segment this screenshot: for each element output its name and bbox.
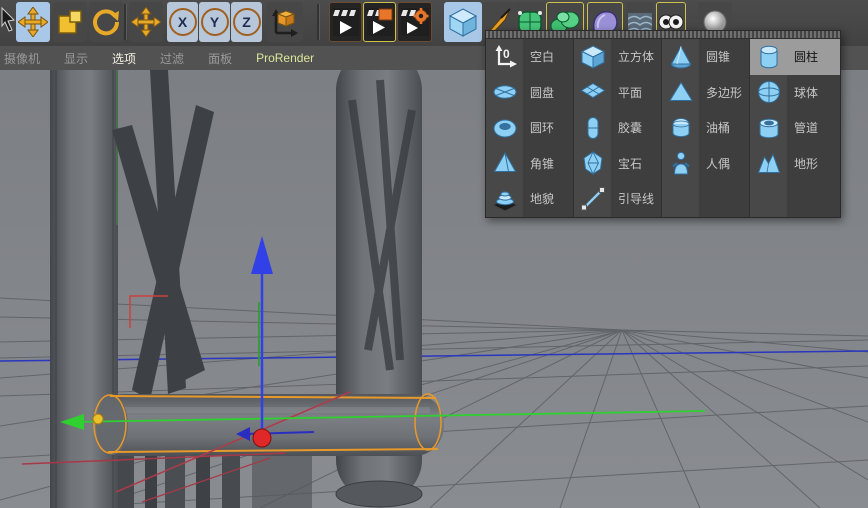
render-picture-viewer-button[interactable]: [363, 2, 396, 42]
cube-icon: [574, 39, 611, 75]
sphere-icon: [750, 74, 787, 110]
menu-display[interactable]: 显示: [52, 50, 100, 67]
lock-y-button[interactable]: Y: [199, 2, 230, 42]
primitive-label: 平面: [618, 85, 643, 100]
primitive-label: 胶囊: [618, 121, 643, 136]
primitive-label: 多边形: [706, 85, 743, 100]
empty-icon-strip: [750, 181, 787, 217]
coordinate-system-button[interactable]: [267, 2, 303, 42]
primitive-label: 角锥: [530, 156, 555, 171]
primitive-item-sphere[interactable]: 球体: [750, 74, 840, 110]
primitive-item-cylinder[interactable]: 圆柱: [750, 39, 840, 75]
oil-tank-icon: [662, 110, 699, 146]
primitive-label: 地形: [794, 156, 819, 171]
add-primitive-cube-icon: [448, 8, 478, 37]
primitive-item-torus[interactable]: 圆环: [486, 110, 574, 146]
gizmo-handle-dot[interactable]: [92, 413, 104, 425]
move-tool-icon: [18, 7, 48, 37]
primitive-label: 圆锥: [706, 50, 731, 65]
primitive-item-pyramid[interactable]: 角锥: [486, 145, 574, 181]
primitive-item-polygon[interactable]: 多边形: [662, 74, 750, 110]
lock-x-button[interactable]: X: [167, 2, 198, 42]
primitive-item-figure[interactable]: 人偶: [662, 145, 750, 181]
lock-z-label: Z: [232, 8, 261, 36]
add-primitive-button[interactable]: [444, 2, 482, 42]
menu-panel[interactable]: 面板: [196, 50, 244, 67]
lock-x-label: X: [168, 8, 197, 36]
primitive-item-guide[interactable]: 引导线: [574, 181, 662, 217]
origin-dot[interactable]: [252, 428, 272, 448]
scale-tool-icon: [58, 10, 82, 34]
torus-icon: [486, 110, 523, 146]
figure-icon: [662, 145, 699, 181]
primitive-item-gem[interactable]: 宝石: [574, 145, 662, 181]
primitive-item-capsule[interactable]: 胶囊: [574, 110, 662, 146]
scale-tool-button[interactable]: [53, 2, 87, 42]
primitive-label: 圆盘: [530, 85, 555, 100]
toolbar-separator: [124, 4, 127, 40]
move-tool-button[interactable]: [16, 2, 50, 42]
render-view-icon: [332, 8, 359, 36]
primitive-empty-cell: [750, 181, 840, 217]
primitive-item-cube[interactable]: 立方体: [574, 39, 662, 75]
menu-filter[interactable]: 过滤: [148, 50, 196, 67]
capsule-icon: [574, 110, 611, 146]
primitive-item-tube[interactable]: 管道: [750, 110, 840, 146]
render-picture-viewer-icon: [366, 8, 393, 36]
primitive-item-landscape[interactable]: 地形: [750, 145, 840, 181]
primitive-item-null[interactable]: 0 空白: [486, 39, 574, 75]
last-used-tool-button[interactable]: [129, 2, 163, 42]
gem-icon: [574, 145, 611, 181]
menu-camera[interactable]: 摄像机: [0, 50, 52, 67]
primitive-item-cone[interactable]: 圆锥: [662, 39, 750, 75]
primitive-item-relief[interactable]: 地貌: [486, 181, 574, 217]
palette-tear-strip[interactable]: [486, 31, 840, 39]
null-icon: 0: [486, 39, 523, 75]
coordinate-system-icon: [272, 9, 298, 37]
cone-icon: [662, 39, 699, 75]
lock-z-button[interactable]: Z: [231, 2, 262, 42]
lock-y-label: Y: [200, 8, 229, 36]
primitive-label: 立方体: [618, 50, 655, 65]
primitive-label: 圆柱: [794, 50, 819, 65]
last-tool-move-icon: [131, 7, 161, 37]
axle-cylinder[interactable]: [93, 393, 444, 456]
landscape-icon: [750, 145, 787, 181]
primitive-item-plane[interactable]: 平面: [574, 74, 662, 110]
plane-icon: [574, 74, 611, 110]
edit-render-settings-button[interactable]: [397, 2, 432, 42]
primitives-dropdown: 0 空白 立方体 圆锥 圆柱圆盘 平面 多边形 球体圆环 胶囊 油桶 管道角锥 宝石 人偶 地形地貌 引导线: [485, 30, 841, 218]
primitive-label: 球体: [794, 85, 819, 100]
primitive-item-disc[interactable]: 圆盘: [486, 74, 574, 110]
primitive-label: 引导线: [618, 192, 655, 207]
rotate-tool-icon: [93, 9, 120, 36]
primitive-label: 管道: [794, 121, 819, 136]
relief-icon: [486, 181, 523, 217]
select-cursor-icon[interactable]: [0, 6, 16, 32]
tube-icon: [750, 110, 787, 146]
primitives-grid: 0 空白 立方体 圆锥 圆柱圆盘 平面 多边形 球体圆环 胶囊 油桶 管道角锥 宝石 人偶 地形地貌 引导线: [486, 39, 840, 217]
primitive-label: 油桶: [706, 121, 731, 136]
svg-text:0: 0: [503, 47, 510, 61]
primitive-empty-cell: [662, 181, 750, 217]
pyramid-icon: [486, 145, 523, 181]
primitive-label: 宝石: [618, 156, 643, 171]
primitive-label: 地貌: [530, 192, 555, 207]
guide-icon: [574, 181, 611, 217]
primitive-item-oil-tank[interactable]: 油桶: [662, 110, 750, 146]
render-view-button[interactable]: [329, 2, 362, 42]
toolbar-separator: [317, 4, 320, 40]
menu-options[interactable]: 选项: [100, 50, 148, 67]
cylinder-icon: [750, 39, 787, 75]
primitive-label: 空白: [530, 50, 555, 65]
polygon-icon: [662, 74, 699, 110]
edit-render-settings-icon: [400, 8, 429, 36]
primitive-label: 人偶: [706, 156, 731, 171]
disc-icon: [486, 74, 523, 110]
primitive-label: 圆环: [530, 121, 555, 136]
rotate-tool-button[interactable]: [89, 2, 123, 42]
menu-prorender[interactable]: ProRender: [244, 51, 326, 65]
empty-icon-strip: [662, 181, 699, 217]
